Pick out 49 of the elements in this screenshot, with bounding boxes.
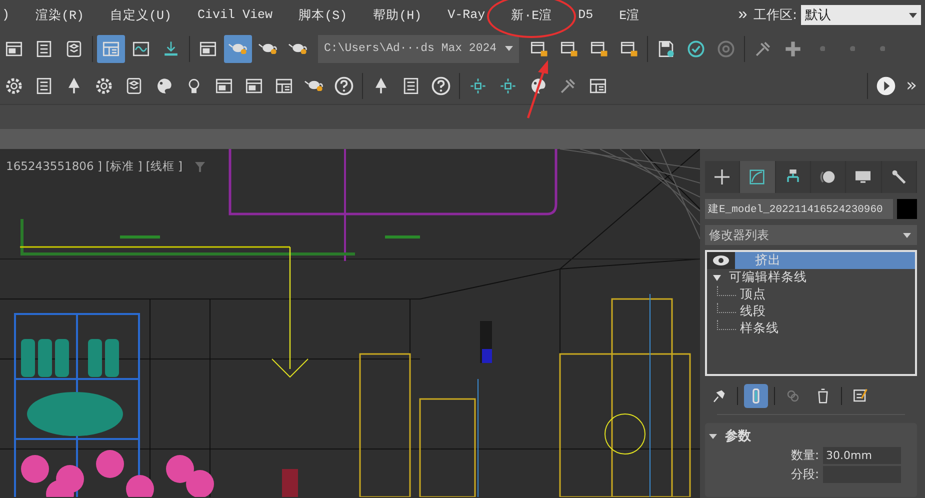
- teapot-icon: [228, 42, 248, 54]
- dot-icon: [820, 46, 826, 52]
- workspace-dropdown[interactable]: 默认: [801, 5, 921, 25]
- sub-object-item[interactable]: 样条线: [707, 320, 915, 337]
- toolbar-button[interactable]: [97, 34, 125, 62]
- overflow-chevron[interactable]: »: [738, 6, 748, 24]
- menu-item[interactable]: 脚本(S): [298, 4, 348, 26]
- rollout-title[interactable]: 参数: [725, 427, 751, 445]
- dot-icon: [880, 46, 886, 52]
- toolbar-button[interactable]: [224, 34, 252, 62]
- menu-item[interactable]: E渲: [619, 4, 640, 26]
- caret-icon: [903, 232, 911, 238]
- modify-icon: [747, 167, 768, 187]
- dot-icon: [850, 46, 856, 52]
- menu-item[interactable]: 帮助(H): [373, 4, 422, 26]
- menu-item[interactable]: V-Ray: [448, 6, 486, 24]
- menu-item[interactable]: Civil View: [198, 6, 273, 24]
- play-circle-icon: [874, 74, 897, 96]
- workspace-label: 工作区:: [754, 7, 797, 24]
- path-dropdown[interactable]: C:\Users\Ad···ds Max 2024: [318, 34, 519, 62]
- caret-icon: [909, 12, 917, 18]
- plus-icon: [712, 167, 732, 187]
- menu-item[interactable]: D5: [578, 6, 594, 24]
- teapot-icon: [258, 42, 278, 54]
- help-icon: [430, 74, 452, 96]
- overflow-chevron[interactable]: »: [906, 75, 917, 96]
- modifier-list-dropdown[interactable]: 修改器列表: [705, 225, 917, 245]
- viewport-label[interactable]: 165243551806 ] [标准 ] [线框 ]: [6, 159, 183, 174]
- spinner-field[interactable]: 30.0mm: [823, 447, 901, 464]
- field-label: 分段:: [790, 466, 819, 483]
- menu-item[interactable]: 自定义(U): [110, 4, 172, 26]
- color-swatch[interactable]: [897, 199, 917, 219]
- sub-object-item[interactable]: 线段: [707, 303, 915, 320]
- expand-triangle-icon[interactable]: [709, 434, 717, 438]
- caret-icon: [504, 46, 513, 51]
- menu-item[interactable]: 渲染(R): [36, 4, 84, 26]
- menu-item[interactable]: 新·E渲: [511, 4, 552, 26]
- help-icon: [333, 74, 355, 96]
- menu-item[interactable]: ): [2, 6, 10, 24]
- field-label: 数量:: [790, 447, 819, 464]
- eye-icon[interactable]: [707, 252, 735, 269]
- modifier-item[interactable]: 可编辑样条线: [707, 269, 915, 286]
- teapot-icon: [304, 80, 324, 92]
- object-name-field[interactable]: 建E_model_202211416524230960: [705, 199, 893, 219]
- panel-tab[interactable]: [740, 161, 776, 193]
- teapot-icon: [288, 42, 308, 54]
- stack-tool-button[interactable]: [744, 384, 768, 408]
- sub-object-item[interactable]: 顶点: [707, 286, 915, 303]
- expand-triangle-icon[interactable]: [713, 274, 721, 280]
